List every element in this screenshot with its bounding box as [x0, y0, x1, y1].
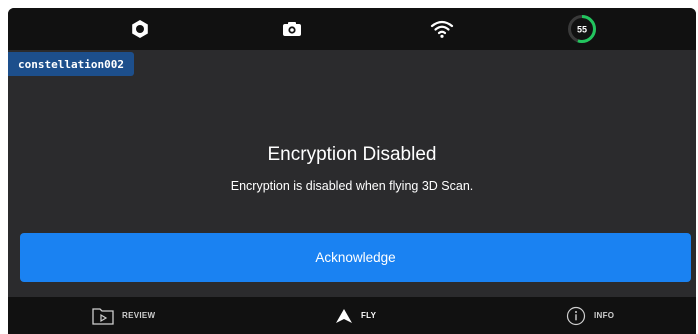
- battery-ring-icon: 55: [568, 15, 596, 43]
- play-folder-icon: [92, 307, 114, 325]
- acknowledge-button[interactable]: Acknowledge: [20, 233, 691, 282]
- dialog-message: Encryption is disabled when flying 3D Sc…: [230, 179, 474, 193]
- battery-indicator[interactable]: 55: [560, 8, 604, 50]
- tab-review-label: REVIEW: [122, 311, 156, 320]
- wifi-icon: [430, 20, 454, 38]
- acknowledge-button-label: Acknowledge: [315, 250, 396, 265]
- wifi-button[interactable]: [422, 8, 462, 50]
- tab-review[interactable]: REVIEW: [92, 297, 155, 334]
- fly-arrow-icon: [336, 308, 352, 323]
- tab-fly-label: FLY: [361, 311, 377, 320]
- battery-percent: 55: [577, 25, 587, 35]
- app-screen: 55 constellation002 Encryption Disabled …: [8, 8, 696, 334]
- drone-name-badge[interactable]: constellation002: [8, 52, 134, 76]
- settings-button[interactable]: [120, 8, 160, 50]
- camera-icon: [283, 22, 301, 36]
- camera-button[interactable]: [272, 8, 312, 50]
- tab-info[interactable]: INFO: [566, 297, 614, 334]
- status-bar: 55: [8, 8, 696, 50]
- gear-icon: [132, 20, 148, 38]
- info-icon: [566, 306, 586, 325]
- dialog-title: Encryption Disabled: [267, 144, 437, 165]
- bottom-nav: REVIEW FLY INFO: [8, 297, 696, 334]
- tab-info-label: INFO: [594, 311, 615, 320]
- tab-fly[interactable]: FLY: [335, 297, 376, 334]
